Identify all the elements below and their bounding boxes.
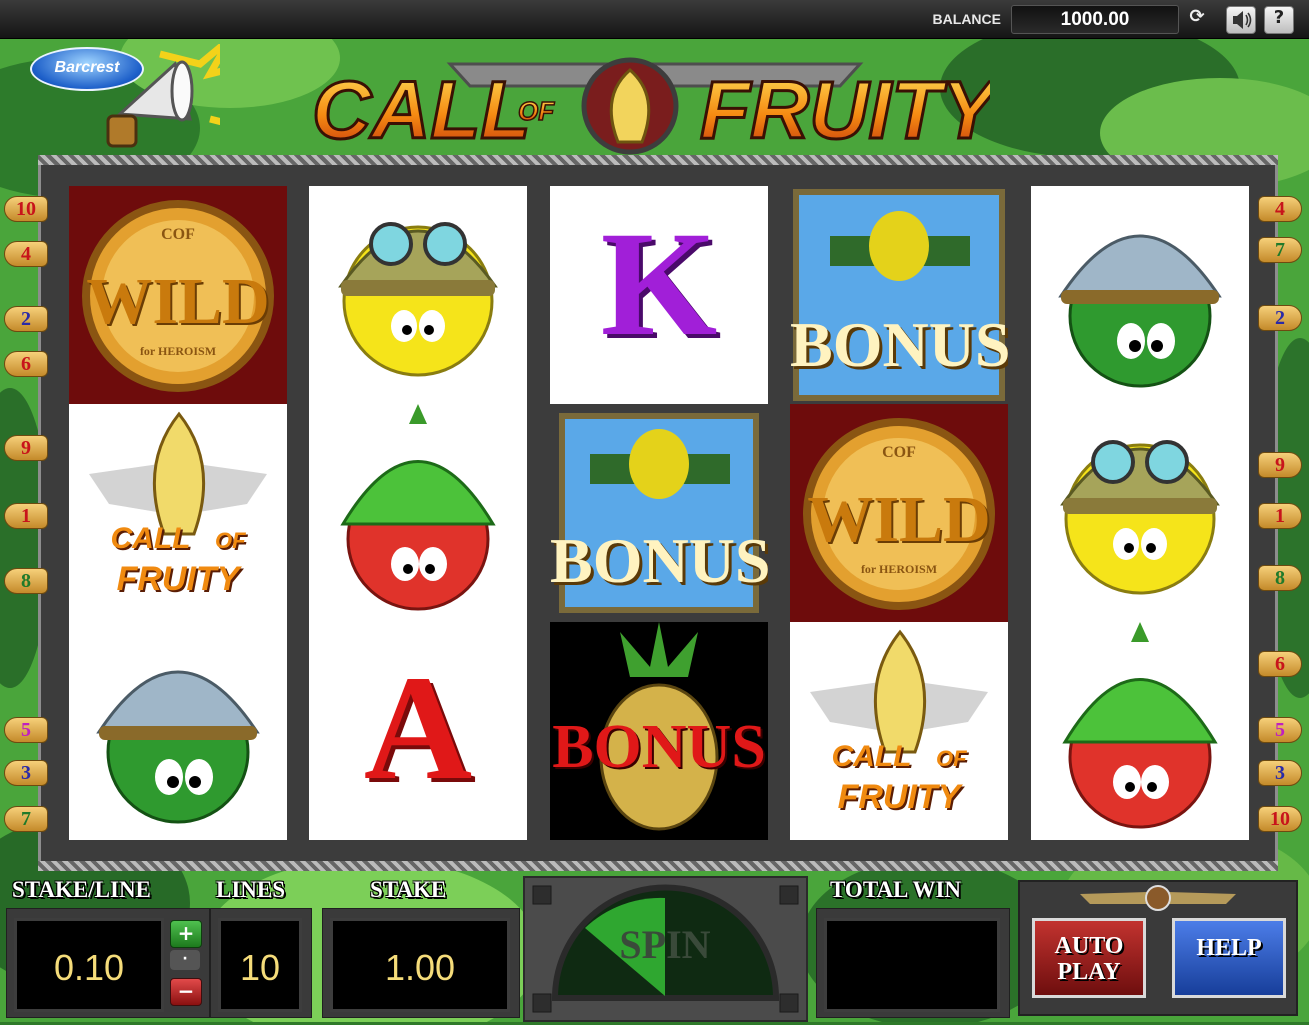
payline-left-8[interactable]: 8 [4,568,48,594]
symbol-strawberry-soldier [1031,622,1249,840]
logo-call-of-text: CALL OF [831,740,967,773]
wild-bottom-text: for HEROISM [139,344,217,358]
reel-4: BONUS COF WILD for HEROISM CALL OF FRUIT… [790,186,1008,840]
letter-k-text: K [600,201,718,367]
wild-text: WILD [86,265,270,338]
logo-fruity-text: FRUITY [116,560,240,598]
spin-button[interactable]: SPIN [523,876,808,1022]
wild-top-text: COF [882,444,916,461]
symbol-bonus-plane: BONUS [790,186,1008,404]
payline-left-9[interactable]: 9 [4,435,48,461]
payline-right-2[interactable]: 2 [1258,305,1302,331]
stake-increase-button[interactable]: + [170,920,202,948]
bonus-plane-text: BONUS [790,309,1008,380]
autoplay-button[interactable]: AUTO PLAY [1032,918,1146,998]
refresh-icon[interactable]: ⟳ [1183,6,1211,32]
wild-text: WILD [807,483,991,556]
stake-neutral-icon: · [170,950,200,970]
title-fruity: FRUITY [700,65,990,156]
payline-left-6[interactable]: 6 [4,351,48,377]
payline-left-10[interactable]: 10 [4,196,48,222]
payline-right-6[interactable]: 6 [1258,651,1302,677]
stake-decrease-button[interactable]: − [170,978,202,1006]
payline-right-5[interactable]: 5 [1258,717,1302,743]
bonus-pineapple-text: BONUS [552,713,766,781]
reel-3: K BONUS BONUS [550,186,768,840]
symbol-bonus-pineapple: BONUS [550,622,768,840]
symbol-call-of-fruity: CALL OF FRUITY [69,404,287,622]
bonus-plane-text: BONUS [550,525,768,596]
sound-icon[interactable] [1226,6,1256,34]
payline-right-3[interactable]: 3 [1258,760,1302,786]
symbol-lemon-soldier [1031,404,1249,622]
symbol-bonus-plane: BONUS [550,404,768,622]
payline-left-1[interactable]: 1 [4,503,48,529]
barbed-wire-top [38,155,1278,165]
balance-label: BALANCE [932,11,1001,27]
action-panel: AUTO PLAY HELP [1018,880,1298,1016]
symbol-call-of-fruity: CALL OF FRUITY [790,622,1008,840]
stake-line-label: STAKE/LINE [12,877,151,902]
barbed-wire-bottom [38,861,1278,871]
letter-a-text: A [363,645,473,811]
payline-right-9[interactable]: 9 [1258,452,1302,478]
symbol-a: A [309,622,527,840]
total-win-display [824,918,1000,1012]
symbol-watermelon-soldier [69,622,287,840]
lines-display: 10 [218,918,302,1012]
payline-left-5[interactable]: 5 [4,717,48,743]
lines-value: 10 [239,947,281,988]
symbol-lemon-soldier [309,186,527,404]
wild-bottom-text: for HEROISM [860,562,938,576]
reel-2: A [309,186,527,840]
logo-fruity-text: FRUITY [837,778,961,816]
reel-5 [1031,186,1249,840]
game-title-logo: CALL OF FRUITY [311,57,990,156]
logo-call-of-text: CALL OF [110,522,246,555]
total-win-label: TOTAL WIN [830,877,962,902]
stake-label: STAKE [370,877,447,902]
symbol-wild: COF WILD for HEROISM [69,186,287,404]
help-button[interactable]: HELP [1172,918,1286,998]
title-call: CALL [312,65,531,156]
wings-emblem-icon [1080,885,1236,911]
balance-value: 1000.00 [1011,5,1179,34]
megaphone-icon [106,44,220,148]
symbol-wild: COF WILD for HEROISM [790,404,1008,622]
payline-left-2[interactable]: 2 [4,306,48,332]
stake-display: 1.00 [330,918,510,1012]
spin-radar-icon: SPIN [532,884,799,1013]
title-of: OF [518,96,555,126]
lines-label: LINES [216,877,286,902]
autoplay-label-line2: PLAY [1057,959,1121,985]
autoplay-label-line1: AUTO [1054,933,1124,959]
payline-left-3[interactable]: 3 [4,760,48,786]
top-bar: BALANCE 1000.00 ⟳ ? [0,0,1309,39]
wild-top-text: COF [161,226,195,243]
symbol-watermelon-soldier [1031,186,1249,404]
payline-right-8[interactable]: 8 [1258,565,1302,591]
payline-left-4[interactable]: 4 [4,241,48,267]
payline-left-7[interactable]: 7 [4,806,48,832]
symbol-strawberry-soldier [309,404,527,622]
payline-right-10[interactable]: 10 [1258,806,1302,832]
reel-1: COF WILD for HEROISM CALL OF FRUITY [69,186,287,840]
help-icon[interactable]: ? [1264,6,1294,34]
payline-right-1[interactable]: 1 [1258,503,1302,529]
stake-line-value: 0.10 [53,947,125,988]
stake-value: 1.00 [384,947,456,988]
payline-right-4[interactable]: 4 [1258,196,1302,222]
spin-text: SPIN [619,922,710,967]
stake-line-display: 0.10 [14,918,164,1012]
symbol-k: K [550,186,768,404]
payline-right-7[interactable]: 7 [1258,237,1302,263]
